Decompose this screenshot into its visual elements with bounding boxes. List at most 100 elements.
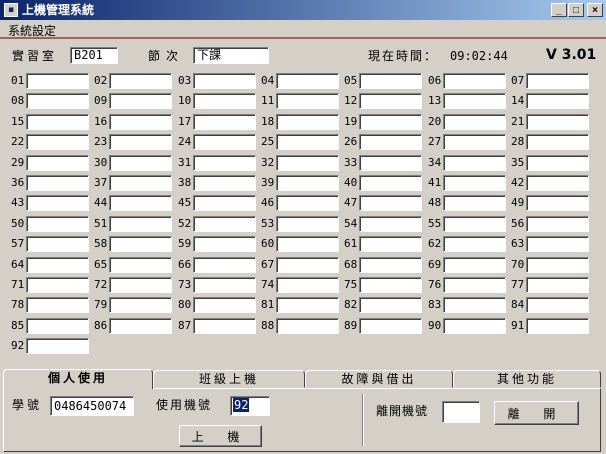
- seat-status-field[interactable]: [276, 216, 339, 232]
- seat-status-field[interactable]: [443, 134, 506, 150]
- leave-machine-field[interactable]: [442, 401, 480, 423]
- close-button[interactable]: ×: [587, 3, 603, 17]
- student-id-field[interactable]: 0486450074: [50, 396, 134, 416]
- seat-status-field[interactable]: [109, 73, 172, 89]
- maximize-button[interactable]: □: [568, 3, 584, 17]
- seat-status-field[interactable]: [109, 318, 172, 334]
- seat-status-field[interactable]: [359, 257, 422, 273]
- seat-status-field[interactable]: [193, 73, 256, 89]
- seat-status-field[interactable]: [359, 114, 422, 130]
- minimize-button[interactable]: _: [551, 3, 567, 17]
- menu-system-settings[interactable]: 系統設定: [8, 22, 56, 39]
- seat-status-field[interactable]: [443, 155, 506, 171]
- login-button[interactable]: 上 機: [179, 425, 262, 447]
- seat-status-field[interactable]: [526, 114, 589, 130]
- tab-class-login[interactable]: 班級上機: [153, 370, 305, 388]
- seat-status-field[interactable]: [443, 73, 506, 89]
- tab-fault-and-loan[interactable]: 故障與借出: [305, 370, 453, 388]
- seat-status-field[interactable]: [359, 73, 422, 89]
- tab-personal-use[interactable]: 個人使用: [3, 369, 153, 389]
- seat-status-field[interactable]: [26, 216, 89, 232]
- seat-status-field[interactable]: [526, 236, 589, 252]
- seat-status-field[interactable]: [109, 93, 172, 109]
- seat-status-field[interactable]: [276, 297, 339, 313]
- seat-status-field[interactable]: [109, 297, 172, 313]
- lab-field[interactable]: B201: [70, 47, 118, 64]
- seat-status-field[interactable]: [193, 134, 256, 150]
- seat-status-field[interactable]: [26, 338, 89, 354]
- period-field[interactable]: 下課: [193, 47, 269, 64]
- seat-status-field[interactable]: [526, 318, 589, 334]
- seat-status-field[interactable]: [26, 155, 89, 171]
- seat-status-field[interactable]: [443, 257, 506, 273]
- seat-status-field[interactable]: [443, 318, 506, 334]
- seat-status-field[interactable]: [443, 297, 506, 313]
- seat-status-field[interactable]: [359, 195, 422, 211]
- seat-status-field[interactable]: [526, 257, 589, 273]
- seat-status-field[interactable]: [193, 175, 256, 191]
- seat-status-field[interactable]: [276, 155, 339, 171]
- seat-status-field[interactable]: [193, 216, 256, 232]
- seat-status-field[interactable]: [109, 216, 172, 232]
- app-icon[interactable]: ▪: [4, 3, 18, 17]
- seat-status-field[interactable]: [359, 297, 422, 313]
- seat-status-field[interactable]: [526, 134, 589, 150]
- seat-status-field[interactable]: [359, 216, 422, 232]
- seat-status-field[interactable]: [26, 93, 89, 109]
- seat-status-field[interactable]: [276, 73, 339, 89]
- seat-status-field[interactable]: [193, 114, 256, 130]
- leave-button[interactable]: 離 開: [494, 401, 579, 425]
- seat-status-field[interactable]: [26, 318, 89, 334]
- seat-status-field[interactable]: [26, 257, 89, 273]
- seat-status-field[interactable]: [443, 216, 506, 232]
- seat-status-field[interactable]: [526, 297, 589, 313]
- seat-status-field[interactable]: [276, 114, 339, 130]
- seat-status-field[interactable]: [276, 175, 339, 191]
- seat-status-field[interactable]: [193, 318, 256, 334]
- seat-status-field[interactable]: [109, 175, 172, 191]
- seat-status-field[interactable]: [26, 134, 89, 150]
- seat-status-field[interactable]: [193, 93, 256, 109]
- seat-status-field[interactable]: [276, 236, 339, 252]
- seat-status-field[interactable]: [526, 175, 589, 191]
- seat-status-field[interactable]: [26, 236, 89, 252]
- machine-number-field[interactable]: 92: [230, 396, 270, 416]
- seat-status-field[interactable]: [526, 277, 589, 293]
- seat-status-field[interactable]: [443, 93, 506, 109]
- seat-status-field[interactable]: [359, 93, 422, 109]
- seat-status-field[interactable]: [276, 195, 339, 211]
- seat-status-field[interactable]: [109, 114, 172, 130]
- seat-status-field[interactable]: [526, 195, 589, 211]
- seat-status-field[interactable]: [359, 134, 422, 150]
- seat-status-field[interactable]: [359, 277, 422, 293]
- seat-status-field[interactable]: [109, 134, 172, 150]
- seat-status-field[interactable]: [26, 277, 89, 293]
- seat-status-field[interactable]: [109, 257, 172, 273]
- seat-status-field[interactable]: [526, 216, 589, 232]
- seat-status-field[interactable]: [526, 93, 589, 109]
- seat-status-field[interactable]: [26, 297, 89, 313]
- seat-status-field[interactable]: [109, 236, 172, 252]
- seat-status-field[interactable]: [193, 195, 256, 211]
- seat-status-field[interactable]: [443, 277, 506, 293]
- seat-status-field[interactable]: [276, 318, 339, 334]
- seat-status-field[interactable]: [276, 277, 339, 293]
- seat-status-field[interactable]: [26, 175, 89, 191]
- tab-other-functions[interactable]: 其他功能: [453, 370, 601, 388]
- seat-status-field[interactable]: [443, 236, 506, 252]
- seat-status-field[interactable]: [26, 195, 89, 211]
- seat-status-field[interactable]: [26, 114, 89, 130]
- seat-status-field[interactable]: [526, 155, 589, 171]
- seat-status-field[interactable]: [443, 195, 506, 211]
- seat-status-field[interactable]: [193, 297, 256, 313]
- seat-status-field[interactable]: [109, 277, 172, 293]
- seat-status-field[interactable]: [443, 175, 506, 191]
- seat-status-field[interactable]: [359, 155, 422, 171]
- seat-status-field[interactable]: [359, 175, 422, 191]
- seat-status-field[interactable]: [193, 257, 256, 273]
- seat-status-field[interactable]: [526, 73, 589, 89]
- seat-status-field[interactable]: [359, 318, 422, 334]
- seat-status-field[interactable]: [359, 236, 422, 252]
- seat-status-field[interactable]: [443, 114, 506, 130]
- title-bar[interactable]: ▪ 上機管理系統 _ □ ×: [0, 0, 606, 20]
